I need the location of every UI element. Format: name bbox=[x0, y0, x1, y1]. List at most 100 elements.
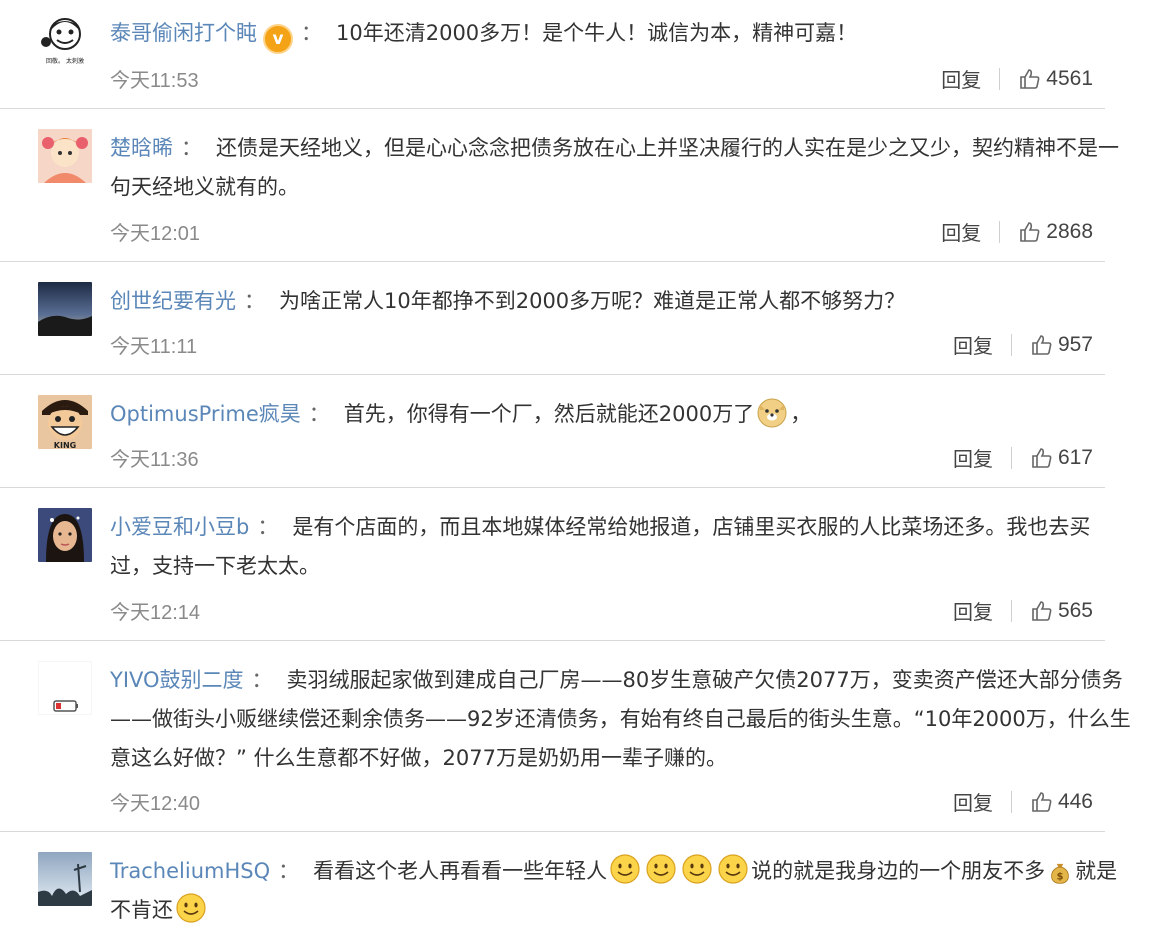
like-count: 617 bbox=[1057, 445, 1093, 469]
comment-actions: 回复 446 bbox=[953, 787, 1093, 816]
smile-emoji-icon bbox=[682, 854, 712, 884]
avatar[interactable]: KING bbox=[38, 395, 92, 449]
separator: ： bbox=[251, 668, 273, 692]
comment-body: 还债是天经地义，但是心心念念把债务放在心上并坚决履行的人实在是少之又少，契约精神… bbox=[216, 136, 1119, 160]
comment-item: YIVO鼓别二度 ： 卖羽绒服起家做到建成自己厂房——80岁生意破产欠债2077万，… bbox=[0, 641, 1131, 832]
avatar[interactable] bbox=[38, 282, 92, 336]
comment-body-continued: ——做街头小贩继续偿还剩余债务——92岁还清债务，有始有终自己最后的街头生意。“… bbox=[110, 707, 1131, 731]
divider bbox=[1010, 333, 1012, 356]
comment-item: TracheliumHSQ ： 看看这个老人再看看一些年轻人 说的就是我身边的一个朋友… bbox=[0, 832, 1117, 942]
smile-emoji-icon bbox=[610, 854, 640, 884]
username[interactable]: TracheliumHSQ bbox=[110, 859, 270, 883]
thumbs-up-icon bbox=[1032, 334, 1052, 355]
divider bbox=[1010, 790, 1012, 813]
comment-time: 今天12:01 bbox=[110, 223, 201, 245]
avatar[interactable]: 回敬。 太刺激 bbox=[38, 12, 92, 66]
like-count: 2868 bbox=[1046, 219, 1093, 243]
thumbs-up-icon bbox=[1020, 221, 1040, 242]
username[interactable]: YIVO鼓别二度 bbox=[110, 668, 244, 692]
like-button[interactable]: 4561 bbox=[1018, 67, 1093, 91]
username[interactable]: OptimusPrime疯昊 bbox=[110, 402, 301, 426]
comment-item: 回敬。 太刺激 泰哥偷闲打个盹 v ： 10年还清2000多万！是个牛人！诚信为本，精… bbox=[0, 0, 1105, 109]
smile-emoji-icon bbox=[176, 893, 206, 923]
separator: ： bbox=[257, 515, 279, 539]
divider bbox=[999, 220, 1001, 243]
reply-button[interactable]: 回复 bbox=[941, 217, 981, 246]
comment-time: 今天11:36 bbox=[110, 449, 199, 471]
thumbs-up-icon bbox=[1032, 791, 1052, 812]
comment-body: 是有个店面的，而且本地媒体经常给她报道，店铺里买衣服的人比菜场还多。我也去买 bbox=[292, 515, 1091, 539]
thumbs-up-icon bbox=[1032, 447, 1052, 468]
comment-body-continued: 过，支持一下老太太。 bbox=[110, 554, 320, 578]
like-button[interactable]: 2868 bbox=[1018, 220, 1093, 244]
avatar[interactable] bbox=[38, 661, 92, 715]
verified-badge-icon: v bbox=[263, 24, 293, 54]
separator: ： bbox=[308, 402, 330, 426]
thumbs-up-icon bbox=[1032, 600, 1052, 621]
like-button[interactable]: 957 bbox=[1030, 333, 1093, 357]
username[interactable]: 小爱豆和小豆b bbox=[110, 515, 249, 539]
comment-list: 回敬。 太刺激 泰哥偷闲打个盹 v ： 10年还清2000多万！是个牛人！诚信为本，精… bbox=[0, 0, 1156, 942]
comment-time: 今天12:14 bbox=[110, 602, 201, 624]
comment-body-continued: 意这么好做？” 什么生意都不好做，2077万是奶奶用一辈子赚的。 bbox=[110, 746, 727, 770]
like-count: 446 bbox=[1057, 789, 1093, 813]
comment-body: 首先，你得有一个厂，然后就能还2000万了 bbox=[343, 402, 755, 426]
comment-actions: 回复 565 bbox=[953, 596, 1093, 625]
username[interactable]: 泰哥偷闲打个盹 bbox=[110, 21, 257, 45]
svg-text:$: $ bbox=[1057, 871, 1064, 882]
comment-actions: 回复 2868 bbox=[941, 217, 1093, 246]
like-button[interactable]: 617 bbox=[1030, 446, 1093, 470]
comment-text: TracheliumHSQ ： 看看这个老人再看看一些年轻人 说的就是我身边的一个朋友… bbox=[110, 852, 1142, 930]
comment-actions: 回复 957 bbox=[953, 330, 1093, 359]
comment-time: 今天11:11 bbox=[110, 336, 198, 358]
doge-emoji-icon bbox=[757, 398, 787, 428]
like-count: 4561 bbox=[1046, 66, 1093, 90]
avatar[interactable] bbox=[38, 852, 92, 906]
separator: ： bbox=[278, 859, 300, 883]
comment-body: 10年还清2000多万！是个牛人！诚信为本，精神可嘉！ bbox=[336, 21, 858, 45]
comment-text: 楚晗晞 ： 还债是天经地义，但是心心念念把债务放在心上并坚决履行的人实在是少之又少，… bbox=[110, 129, 1142, 207]
comment-text: OptimusPrime疯昊 ： 首先，你得有一个厂，然后就能还2000万了 ， bbox=[110, 395, 1142, 434]
comment-body-continued: 句天经地义就有的。 bbox=[110, 175, 299, 199]
like-count: 957 bbox=[1057, 332, 1093, 356]
username[interactable]: 创世纪要有光 bbox=[110, 289, 236, 313]
comment-text: 泰哥偷闲打个盹 v ： 10年还清2000多万！是个牛人！诚信为本，精神可嘉！ bbox=[110, 14, 1142, 54]
comment-actions: 回复 4561 bbox=[941, 64, 1093, 93]
like-button[interactable]: 565 bbox=[1030, 599, 1093, 623]
comment-body-continued: 不肯还 bbox=[110, 898, 173, 922]
comment-item: 小爱豆和小豆b ： 是有个店面的，而且本地媒体经常给她报道，店铺里买衣服的人比菜场还… bbox=[0, 488, 1105, 641]
separator: ： bbox=[301, 21, 322, 45]
avatar[interactable] bbox=[38, 508, 92, 562]
reply-button[interactable]: 回复 bbox=[953, 443, 993, 472]
avatar-caption: 回敬。 太刺激 bbox=[46, 57, 84, 65]
comment-body: 卖羽绒服起家做到建成自己厂房——80岁生意破产欠债2077万，变卖资产偿还大部分… bbox=[286, 668, 1123, 692]
divider bbox=[1010, 446, 1012, 469]
comment-body: 看看这个老人再看看一些年轻人 bbox=[313, 859, 608, 883]
comment-time: 今天11:53 bbox=[110, 70, 199, 92]
comment-item: KING OptimusPrime疯昊 ： 首先，你得有一个厂，然后就能还2000万… bbox=[0, 375, 1105, 488]
like-button[interactable]: 446 bbox=[1030, 790, 1093, 814]
divider bbox=[1010, 599, 1012, 622]
reply-button[interactable]: 回复 bbox=[941, 64, 981, 93]
comment-text: 小爱豆和小豆b ： 是有个店面的，而且本地媒体经常给她报道，店铺里买衣服的人比菜场还… bbox=[110, 508, 1142, 586]
comment-text: 创世纪要有光 ： 为啥正常人10年都挣不到2000多万呢？难道是正常人都不够努力？ bbox=[110, 282, 1142, 321]
comment-actions: 回复 617 bbox=[953, 443, 1093, 472]
smile-emoji-icon bbox=[718, 854, 748, 884]
comment-body: 说的就是我身边的一个朋友不多 bbox=[751, 859, 1046, 883]
comment-item: 楚晗晞 ： 还债是天经地义，但是心心念念把债务放在心上并坚决履行的人实在是少之又少，… bbox=[0, 109, 1119, 262]
separator: ： bbox=[181, 136, 202, 160]
comment-item: 创世纪要有光：为啥正常人10年都挣不到2000多万呢？难道是正常人都不够努力？ … bbox=[0, 262, 1105, 375]
reply-button[interactable]: 回复 bbox=[953, 787, 993, 816]
separator: ： bbox=[244, 289, 265, 313]
comment-time: 今天12:40 bbox=[110, 793, 201, 815]
divider bbox=[999, 67, 1001, 90]
reply-button[interactable]: 回复 bbox=[953, 330, 993, 359]
like-count: 565 bbox=[1057, 598, 1093, 622]
comment-text: YIVO鼓别二度 ： 卖羽绒服起家做到建成自己厂房——80岁生意破产欠债2077万，… bbox=[110, 661, 1142, 778]
money-bag-emoji-icon: $ bbox=[1051, 863, 1069, 884]
avatar[interactable] bbox=[38, 129, 92, 183]
comment-body: 就是 bbox=[1075, 859, 1118, 883]
username[interactable]: 楚晗晞 bbox=[110, 136, 173, 160]
thumbs-up-icon bbox=[1020, 68, 1040, 89]
reply-button[interactable]: 回复 bbox=[953, 596, 993, 625]
